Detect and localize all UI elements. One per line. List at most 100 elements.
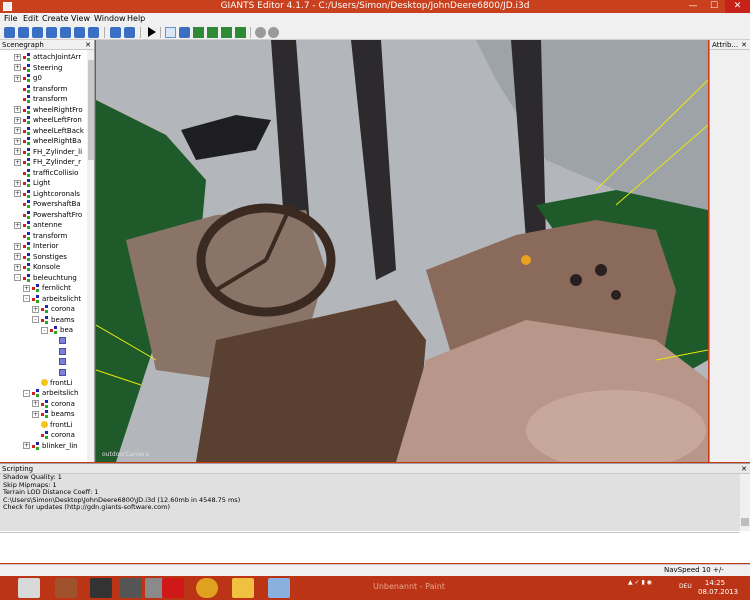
expand-icon[interactable]: +	[14, 106, 21, 113]
new-file-icon[interactable]	[4, 27, 15, 38]
tree-node[interactable]: + Lightcoronals	[14, 189, 80, 200]
tree-node[interactable]: + FH_Zylinder_li	[14, 147, 82, 158]
tree-node[interactable]: + blinker_lin	[23, 441, 78, 452]
expand-icon[interactable]: +	[14, 64, 21, 71]
undo-icon[interactable]	[110, 27, 121, 38]
attributes-close-icon[interactable]: ✕	[741, 40, 747, 50]
tree-node[interactable]: + wheelRightBa	[14, 136, 81, 147]
menu-file[interactable]: File	[4, 14, 17, 23]
terrain-paint-icon[interactable]	[207, 27, 218, 38]
expand-icon[interactable]: +	[14, 242, 21, 250]
tree-node[interactable]: - beams	[32, 315, 75, 326]
tree-node[interactable]: - arbeitslich	[23, 388, 78, 399]
paint-window-label[interactable]: Unbenannt - Paint	[373, 582, 445, 591]
tree-node[interactable]: transform	[14, 84, 67, 95]
play-icon[interactable]	[148, 27, 156, 37]
copy-icon[interactable]	[88, 27, 99, 38]
tree-node[interactable]: corona	[32, 430, 75, 441]
tree-node[interactable]: PowershaftBa	[14, 199, 81, 210]
tray-icons[interactable]: ▲ ✓ ▮ ◉	[628, 579, 652, 586]
maximize-button[interactable]: ☐	[704, 0, 724, 13]
tree-node[interactable]: + attachJointArr	[14, 52, 81, 63]
terrain-sculpt-icon[interactable]	[193, 27, 204, 38]
menu-help[interactable]: Help	[127, 14, 145, 23]
tree-node[interactable]: transform	[14, 231, 67, 242]
grass-paint-icon[interactable]	[235, 27, 246, 38]
expand-icon[interactable]: +	[14, 148, 21, 155]
tree-node[interactable]: + antenne	[14, 220, 62, 231]
tree-node[interactable]: - beleuchtung	[14, 273, 77, 284]
clock[interactable]: 14:25 08.07.2013	[698, 579, 738, 597]
app-taskbar-icon[interactable]	[120, 578, 142, 598]
export-icon[interactable]	[60, 27, 71, 38]
expand-icon[interactable]: +	[14, 179, 21, 187]
tree-node[interactable]: PowershaftFro	[14, 210, 82, 221]
expand-icon[interactable]: +	[14, 190, 21, 197]
tree-node[interactable]	[50, 367, 68, 378]
foliage-paint-icon[interactable]	[221, 27, 232, 38]
expand-icon[interactable]: +	[14, 158, 21, 166]
menu-view[interactable]: View	[71, 14, 90, 23]
3d-viewport[interactable]: outdoorCamera	[96, 40, 708, 462]
close-button[interactable]: ✕	[725, 0, 750, 13]
import-icon[interactable]	[46, 27, 57, 38]
paint-icon[interactable]	[268, 578, 290, 598]
redo-icon[interactable]	[124, 27, 135, 38]
tree-node[interactable]: + Steering	[14, 63, 63, 74]
collapse-icon[interactable]: -	[23, 389, 30, 397]
tree-node[interactable]: - arbeitslicht	[23, 294, 81, 305]
folder-icon[interactable]	[232, 578, 254, 598]
tree-node[interactable]: frontLi	[32, 378, 73, 389]
app-taskbar-icon[interactable]	[90, 578, 112, 598]
tree-node[interactable]: frontLi	[32, 420, 73, 431]
menu-window[interactable]: Window	[94, 14, 126, 23]
menu-edit[interactable]: Edit	[23, 14, 39, 23]
tree-node[interactable]: + Sonstiges	[14, 252, 67, 263]
tree-node[interactable]: + beams	[32, 409, 75, 420]
expand-icon[interactable]: +	[14, 263, 21, 271]
expand-icon[interactable]: +	[23, 284, 30, 292]
expand-icon[interactable]: +	[23, 442, 30, 449]
expand-icon[interactable]: +	[32, 410, 39, 418]
tree-node[interactable]	[50, 346, 68, 357]
tree-node[interactable]: transform	[14, 94, 67, 105]
expand-icon[interactable]: +	[14, 221, 21, 229]
settings-gear-icon[interactable]	[255, 27, 266, 38]
tree-node[interactable]: + corona	[32, 399, 75, 410]
expand-icon[interactable]: +	[14, 253, 21, 260]
collapse-icon[interactable]: -	[14, 274, 21, 281]
tree-node[interactable]: + corona	[32, 304, 75, 315]
minimize-button[interactable]: —	[683, 0, 703, 13]
tree-node[interactable]	[50, 357, 68, 368]
tree-node[interactable]: trafficCollisio	[14, 168, 78, 179]
scrollbar-thumb[interactable]	[88, 60, 94, 160]
tree-node[interactable]	[50, 336, 68, 347]
save-icon[interactable]	[32, 27, 43, 38]
save-as-icon[interactable]	[74, 27, 85, 38]
explorer-icon[interactable]	[18, 578, 40, 598]
open-file-icon[interactable]	[18, 27, 29, 38]
scripting-close-icon[interactable]: ✕	[741, 464, 747, 474]
expand-icon[interactable]: +	[14, 53, 21, 61]
log-scrollbar[interactable]	[740, 474, 750, 531]
language-indicator[interactable]: DEU	[679, 583, 692, 590]
tree-node[interactable]: - bea	[41, 325, 73, 336]
tree-node[interactable]: + Light	[14, 178, 50, 189]
expand-icon[interactable]: +	[14, 116, 21, 124]
tree-node[interactable]: + fernlicht	[23, 283, 71, 294]
expand-icon[interactable]: +	[32, 400, 39, 407]
move-tool-icon[interactable]	[179, 27, 190, 38]
tree-node[interactable]: + wheelLeftBack	[14, 126, 84, 137]
expand-icon[interactable]: +	[14, 74, 21, 82]
tree-node[interactable]: + g0	[14, 73, 42, 84]
power-icon[interactable]	[162, 578, 184, 598]
snap-gear-icon[interactable]	[268, 27, 279, 38]
scrollbar-thumb[interactable]	[741, 518, 749, 526]
collapse-icon[interactable]: -	[23, 295, 30, 302]
scenegraph-scrollbar[interactable]	[87, 50, 94, 462]
tree-node[interactable]: + Konsole	[14, 262, 60, 273]
collapse-icon[interactable]: -	[41, 326, 48, 334]
tree-node[interactable]: + wheelRightFro	[14, 105, 83, 116]
chrome-icon[interactable]	[196, 578, 218, 598]
tree-node[interactable]: + Interior	[14, 241, 59, 252]
